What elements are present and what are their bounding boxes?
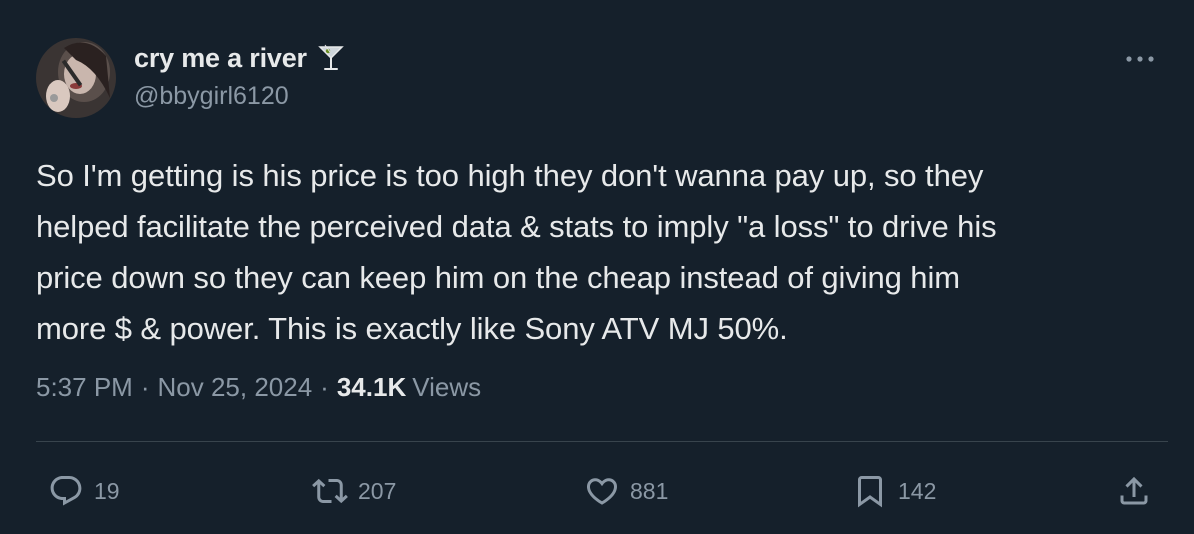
reply-icon bbox=[50, 476, 82, 506]
display-name[interactable]: cry me a river bbox=[134, 43, 307, 74]
tweet-date[interactable]: Nov 25, 2024 bbox=[158, 372, 313, 403]
like-count: 881 bbox=[630, 477, 669, 504]
like-button[interactable]: 881 bbox=[584, 468, 668, 514]
more-options-button[interactable] bbox=[1122, 44, 1158, 74]
reply-count: 19 bbox=[94, 477, 120, 504]
bookmark-icon bbox=[858, 476, 882, 508]
avatar[interactable] bbox=[36, 38, 116, 118]
share-button[interactable] bbox=[1116, 468, 1152, 514]
meta-separator: · bbox=[140, 372, 150, 402]
tweet-text: So I'm getting is his price is too high … bbox=[36, 158, 997, 346]
views-label[interactable]: Views bbox=[412, 372, 481, 403]
author-info: cry me a river @bbygirl6120 bbox=[134, 40, 345, 111]
divider bbox=[36, 441, 1168, 442]
share-icon bbox=[1120, 476, 1148, 505]
cocktail-glass-icon bbox=[317, 43, 345, 73]
views-count[interactable]: 34.1K bbox=[337, 372, 406, 403]
heart-icon bbox=[586, 478, 618, 505]
repost-count: 207 bbox=[358, 477, 397, 504]
reply-button[interactable]: 19 bbox=[48, 468, 120, 514]
meta-separator: · bbox=[320, 372, 329, 402]
repost-icon bbox=[312, 478, 348, 504]
bookmark-count: 142 bbox=[898, 477, 937, 504]
user-handle[interactable]: @bbygirl6120 bbox=[134, 82, 345, 111]
tweet-time[interactable]: 5:37 PM bbox=[36, 372, 133, 403]
repost-button[interactable]: 207 bbox=[312, 468, 396, 514]
tweet-card: cry me a river @bbygirl6120 So I'm getti… bbox=[0, 0, 1194, 534]
bookmark-button[interactable]: 142 bbox=[852, 468, 936, 514]
action-bar: 19 207 881 142 bbox=[0, 468, 1194, 514]
display-name-row: cry me a river bbox=[134, 40, 345, 76]
more-icon bbox=[1126, 56, 1154, 62]
tweet-meta: 5:37 PM · Nov 25, 2024 · 34.1K Views bbox=[36, 372, 481, 403]
